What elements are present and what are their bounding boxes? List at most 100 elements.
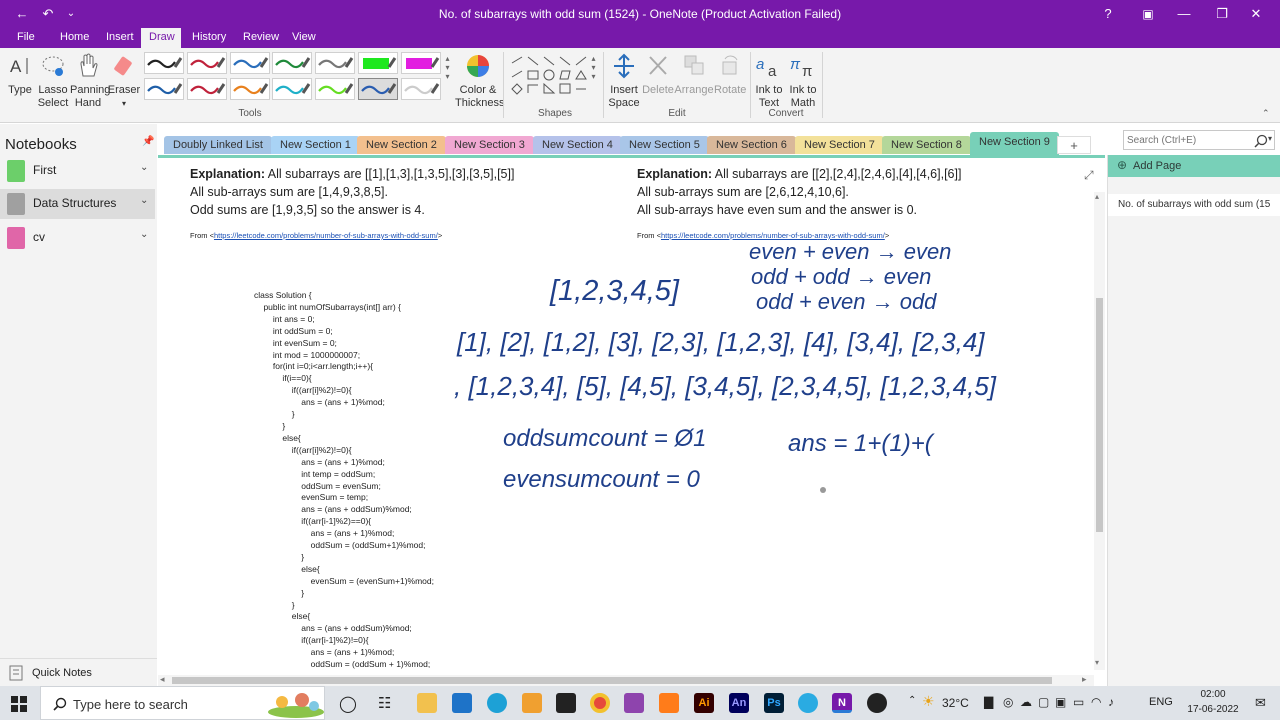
animate-icon[interactable]: An bbox=[729, 693, 749, 713]
quick-access-dropdown-icon[interactable]: ⌄ bbox=[62, 0, 80, 28]
minimize-button[interactable]: — bbox=[1172, 0, 1196, 28]
volume-icon[interactable]: ♪ bbox=[1108, 695, 1114, 709]
vlc-icon[interactable] bbox=[659, 693, 679, 713]
battery-icon[interactable]: ▭ bbox=[1073, 695, 1084, 709]
help-button[interactable]: ? bbox=[1098, 0, 1118, 28]
notebook-item-first[interactable]: First ⌄ bbox=[0, 156, 155, 186]
lasso-select-tool[interactable]: Lasso Select bbox=[36, 52, 70, 110]
scroll-right-icon[interactable]: ▸ bbox=[1082, 674, 1087, 685]
scroll-down-icon[interactable]: ▾ bbox=[1095, 658, 1099, 667]
pen-gallery-scroll-icon[interactable]: ▴ ▾ ▾ bbox=[443, 54, 452, 81]
color-thickness-button[interactable]: Color & Thickness bbox=[455, 52, 505, 110]
section-tab[interactable]: New Section 5 bbox=[620, 136, 709, 154]
collapse-ribbon-icon[interactable]: ⌃ bbox=[1262, 108, 1270, 119]
panning-hand-tool[interactable]: Panning Hand bbox=[70, 52, 110, 110]
section-tab[interactable]: New Section 7 bbox=[795, 136, 884, 154]
pen-swatch[interactable] bbox=[230, 52, 270, 74]
pen-swatch[interactable] bbox=[187, 78, 227, 100]
quick-notes[interactable]: Quick Notes bbox=[0, 658, 157, 686]
tab-draw[interactable]: Draw bbox=[141, 28, 181, 48]
notebook-item-cv[interactable]: cv ⌄ bbox=[0, 223, 155, 253]
scroll-up-icon[interactable]: ▴ bbox=[1095, 192, 1099, 201]
scroll-left-icon[interactable]: ◂ bbox=[160, 674, 165, 685]
sublime-icon[interactable] bbox=[522, 693, 542, 713]
taskbar-search[interactable]: Type here to search bbox=[40, 686, 325, 720]
section-tab[interactable]: New Section 8 bbox=[882, 136, 971, 154]
onedrive-icon[interactable]: ☁ bbox=[1020, 695, 1032, 709]
vertical-scrollbar[interactable]: ▴ ▾ bbox=[1094, 192, 1105, 670]
rotate-button[interactable]: Rotate bbox=[714, 52, 746, 97]
onenote-icon[interactable]: N bbox=[832, 693, 852, 713]
edge-icon[interactable] bbox=[487, 693, 507, 713]
ink-to-text-button[interactable]: aa Ink to Text bbox=[752, 52, 786, 110]
mail-icon[interactable] bbox=[452, 693, 472, 713]
ribbon-display-icon[interactable]: ▣ bbox=[1138, 0, 1158, 28]
weather-icon[interactable]: ☀ bbox=[922, 693, 935, 710]
tab-insert[interactable]: Insert bbox=[98, 28, 142, 48]
undo-icon[interactable]: ↶ bbox=[38, 0, 58, 28]
add-page-button[interactable]: ⊕ Add Page bbox=[1108, 155, 1280, 177]
pen-swatch[interactable] bbox=[401, 78, 441, 100]
page-item[interactable]: No. of subarrays with odd sum (15 bbox=[1108, 194, 1280, 216]
chevron-down-icon[interactable]: ⌄ bbox=[140, 229, 148, 240]
windows-start-icon[interactable] bbox=[11, 696, 27, 712]
section-tab[interactable]: New Section 4 bbox=[533, 136, 622, 154]
terminal-icon[interactable] bbox=[556, 693, 576, 713]
pen-swatch[interactable] bbox=[315, 52, 355, 74]
pen-swatch[interactable] bbox=[358, 78, 398, 100]
search-input[interactable] bbox=[1127, 133, 1247, 148]
tab-home[interactable]: Home bbox=[52, 28, 97, 48]
pen-swatch[interactable] bbox=[272, 52, 312, 74]
tab-file[interactable]: File bbox=[9, 28, 43, 48]
add-section-button[interactable]: + bbox=[1057, 136, 1091, 154]
pen-swatch[interactable] bbox=[315, 78, 355, 100]
tab-history[interactable]: History bbox=[184, 28, 234, 48]
search-scope-dropdown-icon[interactable]: ▾ bbox=[1268, 134, 1272, 143]
pin-icon[interactable]: 📌 bbox=[142, 136, 154, 147]
tab-review[interactable]: Review bbox=[235, 28, 287, 48]
clock-time[interactable]: 02:00 bbox=[1192, 689, 1234, 700]
section-tab[interactable]: New Section 6 bbox=[707, 136, 796, 154]
delete-button[interactable]: Delete bbox=[642, 52, 674, 97]
notifications-icon[interactable]: ✉ bbox=[1255, 695, 1266, 711]
cortana-icon[interactable]: ◯ bbox=[339, 694, 357, 714]
pen-swatch[interactable] bbox=[144, 78, 184, 100]
chevron-down-icon[interactable]: ⌄ bbox=[140, 195, 148, 206]
maximize-button[interactable]: ❐ bbox=[1210, 0, 1234, 28]
insert-space-button[interactable]: Insert Space bbox=[606, 52, 642, 110]
shapes-scroll-icon[interactable]: ▴ ▾ ▾ bbox=[589, 54, 598, 81]
network-bars-icon[interactable]: ▇ bbox=[984, 695, 993, 709]
vertical-scroll-thumb[interactable] bbox=[1096, 298, 1103, 532]
eraser-dropdown-icon[interactable]: ▾ bbox=[106, 97, 142, 110]
security-icon[interactable]: ▢ bbox=[1038, 695, 1049, 709]
section-tab[interactable]: New Section 1 bbox=[271, 136, 360, 154]
section-tab[interactable]: New Section 2 bbox=[357, 136, 446, 154]
close-button[interactable]: ✕ bbox=[1244, 0, 1268, 28]
eraser-tool[interactable]: Eraser ▾ bbox=[106, 52, 142, 110]
horizontal-scrollbar[interactable]: ◂ ▸ bbox=[158, 674, 1094, 686]
ink-to-math-button[interactable]: ππ Ink to Math bbox=[786, 52, 820, 110]
tab-view[interactable]: View bbox=[284, 28, 324, 48]
app-dark-icon[interactable] bbox=[867, 693, 887, 713]
chrome-icon[interactable] bbox=[590, 693, 610, 713]
photoshop-icon[interactable]: Ps bbox=[764, 693, 784, 713]
section-tab[interactable]: New Section 9 bbox=[970, 132, 1059, 155]
section-tab[interactable]: New Section 3 bbox=[445, 136, 534, 154]
weather-temp[interactable]: 32°C bbox=[942, 696, 969, 710]
pen-swatch[interactable] bbox=[358, 52, 398, 74]
pen-swatch[interactable] bbox=[144, 52, 184, 74]
section-tab[interactable]: Doubly Linked List bbox=[164, 136, 272, 154]
pen-swatch[interactable] bbox=[230, 78, 270, 100]
pen-swatch[interactable] bbox=[187, 52, 227, 74]
show-hidden-icons[interactable]: ⌃ bbox=[908, 695, 916, 706]
telegram-icon[interactable] bbox=[798, 693, 818, 713]
search-icon[interactable] bbox=[1254, 134, 1268, 148]
language-indicator[interactable]: ENG bbox=[1149, 696, 1173, 708]
display-icon[interactable]: ▣ bbox=[1055, 695, 1066, 709]
chevron-down-icon[interactable]: ⌄ bbox=[140, 162, 148, 173]
app-icon[interactable] bbox=[624, 693, 644, 713]
file-explorer-icon[interactable] bbox=[417, 693, 437, 713]
pen-swatch[interactable] bbox=[272, 78, 312, 100]
arrange-button[interactable]: Arrange bbox=[674, 52, 714, 97]
task-view-icon[interactable]: ☷ bbox=[378, 694, 391, 712]
